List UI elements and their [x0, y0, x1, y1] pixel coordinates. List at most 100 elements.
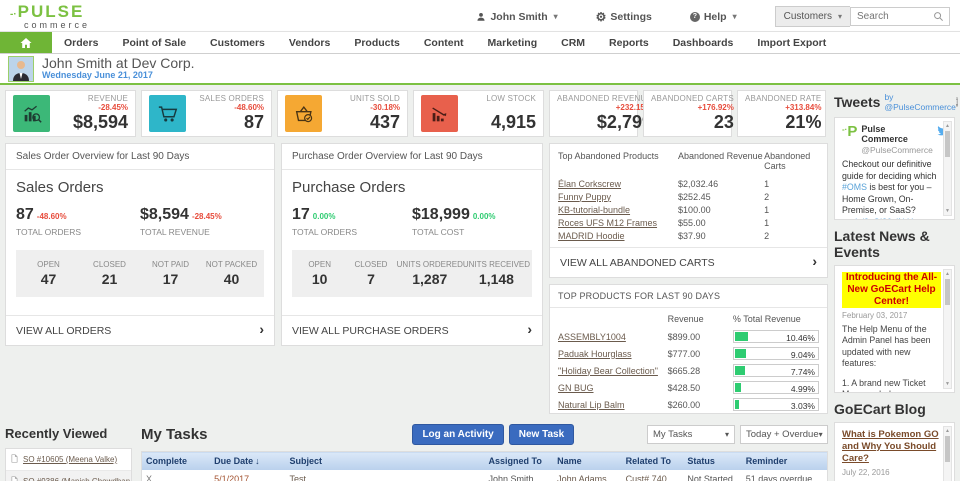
sales-panel-title: Sales Orders	[16, 179, 264, 196]
tweet-widget: -·P Pulse Commerce @PulseCommerce Checko…	[834, 117, 955, 220]
kpi-card-units-sold[interactable]: UNITS SOLD-30.18%437	[277, 90, 408, 137]
recently-viewed-section: Recently Viewed SO #10605 (Meena Valke) S…	[5, 424, 132, 481]
status-box-label: OPEN	[18, 260, 79, 269]
content-area: REVENUE-28.45%$8,594SALES ORDERS-48.60%8…	[0, 85, 960, 481]
search-input[interactable]	[857, 11, 933, 22]
top-product-row: Paduak Hourglass$777.009.04%	[550, 345, 827, 362]
search-icon[interactable]	[933, 11, 944, 22]
my-tasks-title: My Tasks	[141, 426, 207, 443]
tasks-table-header-row: CompleteDue DateSubjectAssigned ToNameRe…	[142, 452, 828, 471]
task-subject-link[interactable]: Test	[290, 474, 307, 481]
complete-task-link[interactable]: X	[146, 474, 152, 481]
news-body-1: The Help Menu of the Admin Panel has bee…	[842, 324, 941, 370]
nav-item-import-export[interactable]: Import Export	[745, 32, 838, 53]
blog-headline-link[interactable]: What is Pokemon GO and Why You Should Ca…	[842, 429, 941, 465]
profile-name: John Smith at Dev Corp.	[42, 56, 195, 71]
kpi-card-abandoned-revenue[interactable]: ABANDONED REVENUE+232.15%$2,799	[549, 90, 638, 137]
kpi-card-low-stock[interactable]: LOW STOCK4,915	[413, 90, 544, 137]
nav-item-products[interactable]: Products	[342, 32, 412, 53]
help-menu[interactable]: ? Help	[690, 11, 737, 23]
nav-item-customers[interactable]: Customers	[198, 32, 277, 53]
tasks-col-subject[interactable]: Subject	[286, 452, 485, 471]
nav-item-content[interactable]: Content	[412, 32, 476, 53]
nav-item-point-of-sale[interactable]: Point of Sale	[110, 32, 198, 53]
search-box	[850, 7, 950, 26]
view-all-abandoned-carts-link[interactable]: VIEW ALL ABANDONED CARTS	[550, 247, 827, 277]
view-all-abandoned-carts-label: VIEW ALL ABANDONED CARTS	[560, 257, 715, 269]
nav-item-orders[interactable]: Orders	[52, 32, 110, 53]
avatar[interactable]	[8, 56, 34, 82]
pct-value: 3.03%	[791, 401, 815, 411]
tweet-hashtag-link[interactable]: #OMS	[842, 182, 867, 192]
task-row: X5/1/2017TestJohn SmithJohn AdamsCust# 7…	[142, 470, 828, 481]
user-menu[interactable]: John Smith	[476, 11, 557, 23]
pct-value: 10.46%	[786, 333, 815, 343]
product-link[interactable]: KB-tutorial-bundle	[558, 205, 630, 215]
pulse-commerce-logo[interactable]: -·PULSE commerce	[10, 3, 90, 30]
tasks-col-related-to[interactable]: Related To	[622, 452, 684, 471]
product-link[interactable]: Paduak Hourglass	[558, 349, 632, 359]
tasks-table: CompleteDue DateSubjectAssigned ToNameRe…	[141, 451, 828, 481]
tasks-col-name[interactable]: Name	[553, 452, 622, 471]
nav-home-tab[interactable]	[0, 32, 52, 53]
product-revenue-value: $260.00	[668, 400, 733, 410]
product-link[interactable]: Roces UFS M12 Frames	[558, 218, 657, 228]
abandoned-products-col-carts: Abandoned Carts	[764, 151, 819, 171]
product-link[interactable]: Funny Puppy	[558, 192, 611, 202]
product-link[interactable]: ASSEMBLY1004	[558, 332, 626, 342]
tasks-col-complete[interactable]: Complete	[142, 452, 211, 471]
task-name-link[interactable]: John Adams	[557, 474, 607, 481]
kpi-card-abandoned-carts[interactable]: ABANDONED CARTS+176.92%23	[643, 90, 732, 137]
recently-viewed-link[interactable]: SO #9386 (Manish Chowdhary)	[23, 477, 131, 481]
product-link[interactable]: MADRID Hoodie	[558, 231, 625, 241]
tasks-col-status[interactable]: Status	[683, 452, 741, 471]
info-icon[interactable]: i	[956, 97, 958, 107]
view-all-purchase-orders-link[interactable]: VIEW ALL PURCHASE ORDERS	[282, 315, 542, 345]
chevron-right-icon	[527, 324, 532, 337]
tasks-col-reminder[interactable]: Reminder	[742, 452, 828, 471]
search-scope-dropdown[interactable]: Customers	[775, 6, 850, 27]
news-body-2: 1. A brand new Ticket Manager helps you …	[842, 378, 941, 393]
tasks-col-assigned-to[interactable]: Assigned To	[484, 452, 553, 471]
stat-label: TOTAL ORDERS	[292, 227, 412, 237]
logo-mark-icon: -·	[10, 9, 17, 20]
product-link[interactable]: Élan Corkscrew	[558, 179, 621, 189]
blog-scrollbar[interactable]	[943, 426, 952, 481]
new-task-button[interactable]: New Task	[509, 424, 574, 445]
product-link[interactable]: GN BUG	[558, 383, 594, 393]
kpi-card-abandoned-rate[interactable]: ABANDONED RATE+313.84%21%	[737, 90, 826, 137]
nav-item-reports[interactable]: Reports	[597, 32, 661, 53]
view-all-orders-link[interactable]: VIEW ALL ORDERS	[6, 315, 274, 345]
task-related-link[interactable]: Cust# 740	[626, 474, 667, 481]
abandoned-product-row: Élan Corkscrew$2,032.461	[550, 177, 827, 190]
tweet-url-link[interactable]: ow.ly/3cQl30clNtU	[842, 217, 913, 220]
nav-item-vendors[interactable]: Vendors	[277, 32, 342, 53]
tweets-scrollbar[interactable]	[943, 121, 952, 216]
tweet-account[interactable]: Pulse Commerce @PulseCommerce	[861, 124, 932, 155]
tasks-col-due-date[interactable]: Due Date	[210, 452, 285, 471]
recently-viewed-title: Recently Viewed	[5, 426, 132, 441]
task-owner-filter-dropdown[interactable]: My Tasks	[647, 425, 735, 444]
kpi-card-sales-orders[interactable]: SALES ORDERS-48.60%87	[141, 90, 272, 137]
stat-total-cost: $18,9990.00%TOTAL COST	[412, 206, 532, 237]
product-link[interactable]: "Holiday Bear Collection"	[558, 366, 658, 376]
tweets-by-link[interactable]: by @PulseCommerce	[884, 92, 955, 112]
nav-item-dashboards[interactable]: Dashboards	[661, 32, 746, 53]
stat-total-orders: 170.00%TOTAL ORDERS	[292, 206, 412, 237]
recently-viewed-link[interactable]: SO #10605 (Meena Valke)	[23, 455, 117, 464]
settings-menu[interactable]: ⚙ Settings	[596, 10, 652, 24]
nav-item-crm[interactable]: CRM	[549, 32, 597, 53]
status-box-value: 40	[201, 271, 262, 287]
pct-bar-fill	[735, 400, 739, 409]
stat-label: TOTAL REVENUE	[140, 227, 264, 237]
product-link[interactable]: Natural Lip Balm	[558, 400, 625, 410]
task-date-filter-dropdown[interactable]: Today + Overdue	[740, 425, 828, 444]
log-an-activity-button[interactable]: Log an Activity	[412, 424, 503, 445]
news-headline-link[interactable]: Introducing the All-New GoECart Help Cen…	[842, 272, 941, 308]
abandoned-revenue-value: $252.45	[678, 192, 764, 202]
kpi-card-revenue[interactable]: REVENUE-28.45%$8,594	[5, 90, 136, 137]
news-scrollbar[interactable]	[943, 269, 952, 389]
kpi-value: 437	[350, 113, 400, 133]
tasks-table-body: X5/1/2017TestJohn SmithJohn AdamsCust# 7…	[142, 470, 828, 481]
nav-item-marketing[interactable]: Marketing	[476, 32, 550, 53]
